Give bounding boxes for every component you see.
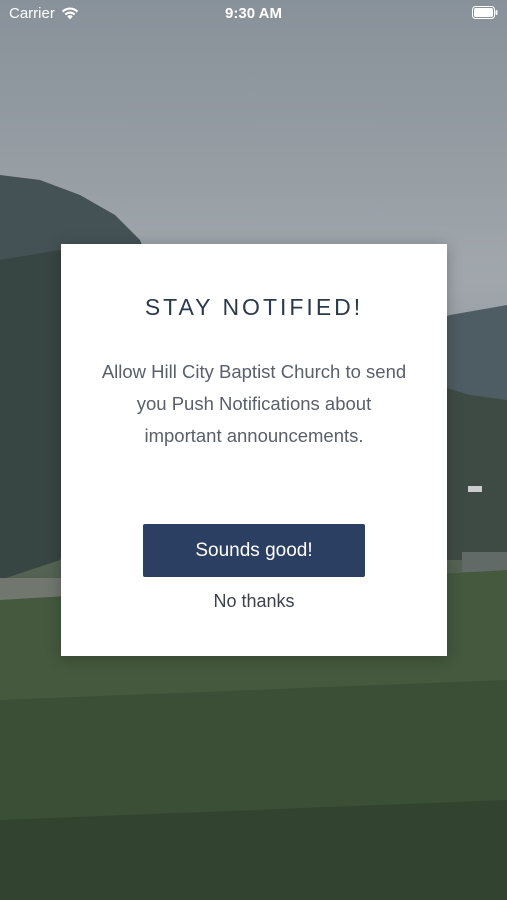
sounds-good-button[interactable]: Sounds good!: [143, 524, 365, 577]
battery-icon: [472, 6, 498, 23]
dialog-message: Allow Hill City Baptist Church to send y…: [101, 361, 407, 446]
dialog-title: STAY NOTIFIED!: [144, 294, 364, 320]
app-screen: Carrier 9:30 AM STAY NOTIFIED! Allow Hil…: [0, 0, 507, 900]
status-bar: Carrier 9:30 AM: [0, 0, 507, 28]
notification-permission-dialog: STAY NOTIFIED! Allow Hill City Baptist C…: [61, 244, 447, 656]
no-thanks-button[interactable]: No thanks: [61, 591, 447, 612]
status-time: 9:30 AM: [225, 5, 282, 22]
